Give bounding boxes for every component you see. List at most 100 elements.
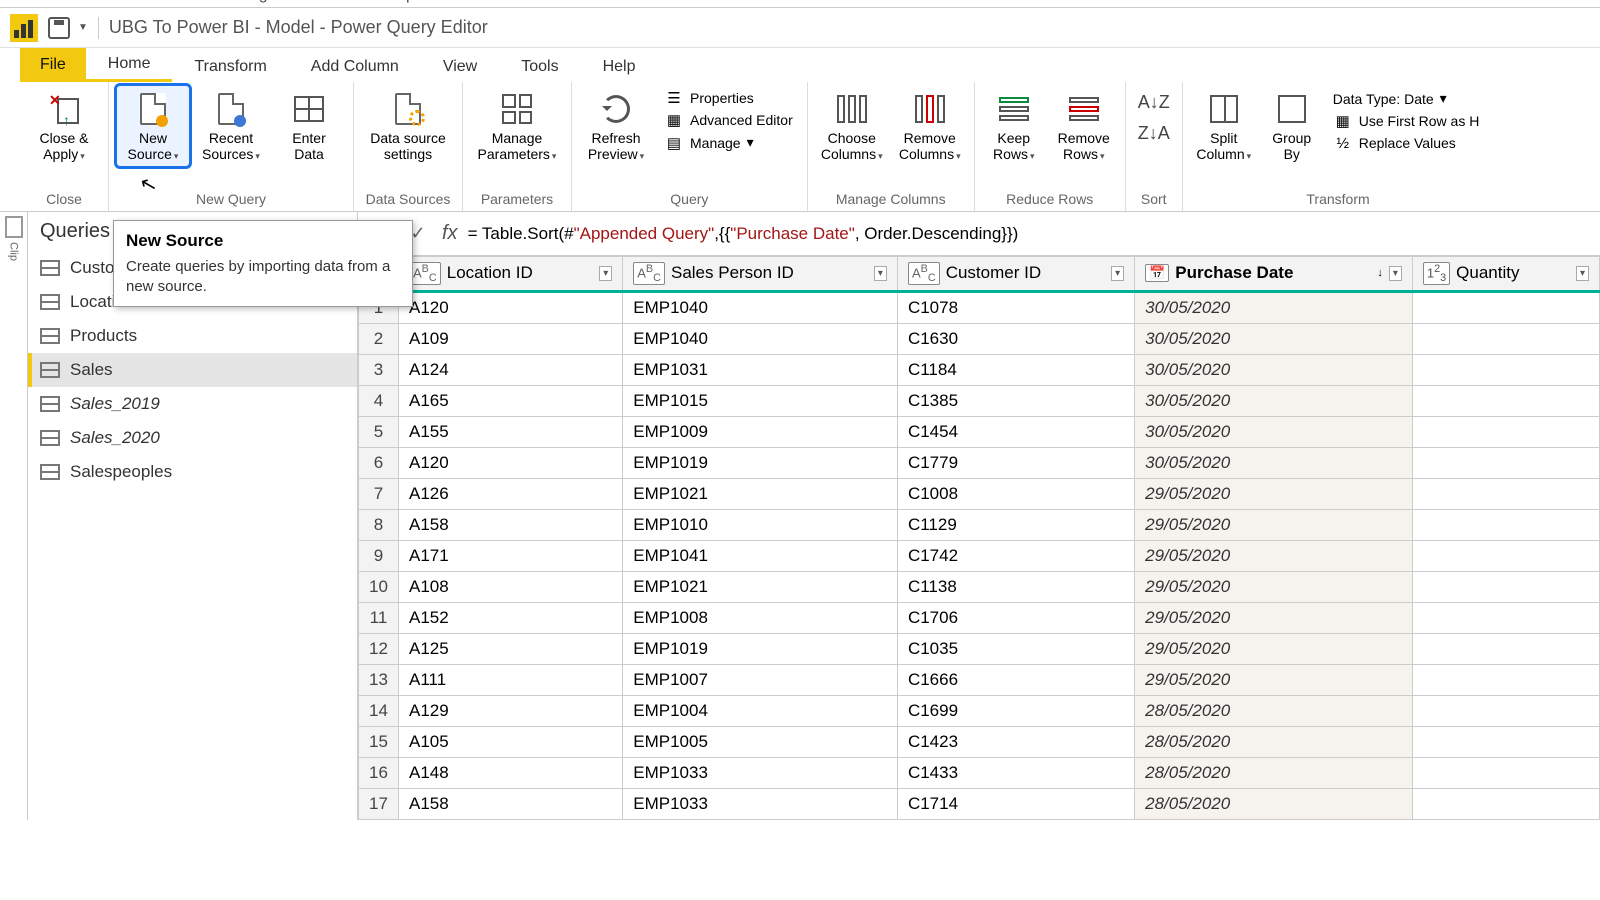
cell-salesperson[interactable]: EMP1041 bbox=[623, 540, 898, 571]
table-row[interactable]: 11A152EMP1008C170629/05/2020 bbox=[359, 602, 1600, 633]
row-number[interactable]: 2 bbox=[359, 323, 399, 354]
row-number[interactable]: 13 bbox=[359, 664, 399, 695]
cell-quantity[interactable] bbox=[1412, 695, 1599, 726]
row-number[interactable]: 3 bbox=[359, 354, 399, 385]
cell-date[interactable]: 29/05/2020 bbox=[1135, 664, 1413, 695]
cell-location[interactable]: A105 bbox=[399, 726, 623, 757]
properties-button[interactable]: ☰Properties bbox=[658, 88, 799, 108]
column-header[interactable]: ABCCustomer ID▾ bbox=[897, 257, 1134, 292]
row-number[interactable]: 10 bbox=[359, 571, 399, 602]
cell-customer[interactable]: C1078 bbox=[897, 291, 1134, 323]
sort-desc-icon[interactable]: Z↓A bbox=[1138, 123, 1170, 144]
cell-location[interactable]: A165 bbox=[399, 385, 623, 416]
cell-customer[interactable]: C1433 bbox=[897, 757, 1134, 788]
choose-columns-button[interactable]: Choose Columns▾ bbox=[816, 86, 888, 166]
query-item[interactable]: Sales_2019 bbox=[28, 387, 357, 421]
table-row[interactable]: 9A171EMP1041C174229/05/2020 bbox=[359, 540, 1600, 571]
cell-quantity[interactable] bbox=[1412, 354, 1599, 385]
cell-quantity[interactable] bbox=[1412, 633, 1599, 664]
cell-location[interactable]: A120 bbox=[399, 447, 623, 478]
data-grid[interactable]: ▾ABCLocation ID▾ABCSales Person ID▾ABCCu… bbox=[358, 256, 1600, 820]
column-filter-icon[interactable]: ▾ bbox=[599, 266, 612, 281]
table-row[interactable]: 1A120EMP1040C107830/05/2020 bbox=[359, 291, 1600, 323]
cell-location[interactable]: A120 bbox=[399, 291, 623, 323]
row-number[interactable]: 4 bbox=[359, 385, 399, 416]
column-filter-icon[interactable]: ▾ bbox=[1111, 266, 1124, 281]
cell-date[interactable]: 28/05/2020 bbox=[1135, 788, 1413, 819]
cell-salesperson[interactable]: EMP1021 bbox=[623, 478, 898, 509]
cell-quantity[interactable] bbox=[1412, 323, 1599, 354]
cell-salesperson[interactable]: EMP1010 bbox=[623, 509, 898, 540]
cell-customer[interactable]: C1779 bbox=[897, 447, 1134, 478]
split-column-button[interactable]: Split Column▾ bbox=[1191, 86, 1257, 166]
new-source-button[interactable]: New Source▾ bbox=[117, 86, 189, 166]
data-type-button[interactable]: Data Type: Date▾ bbox=[1327, 88, 1486, 109]
table-row[interactable]: 5A155EMP1009C145430/05/2020 bbox=[359, 416, 1600, 447]
row-number[interactable]: 14 bbox=[359, 695, 399, 726]
cell-salesperson[interactable]: EMP1031 bbox=[623, 354, 898, 385]
cell-location[interactable]: A111 bbox=[399, 664, 623, 695]
cell-date[interactable]: 30/05/2020 bbox=[1135, 416, 1413, 447]
advanced-editor-button[interactable]: ▦Advanced Editor bbox=[658, 110, 799, 130]
row-number[interactable]: 5 bbox=[359, 416, 399, 447]
type-icon[interactable]: ABC bbox=[908, 262, 940, 285]
cell-date[interactable]: 29/05/2020 bbox=[1135, 509, 1413, 540]
table-row[interactable]: 15A105EMP1005C142328/05/2020 bbox=[359, 726, 1600, 757]
cell-location[interactable]: A125 bbox=[399, 633, 623, 664]
cell-quantity[interactable] bbox=[1412, 571, 1599, 602]
close-apply-button[interactable]: ✕↑ Close & Apply▾ bbox=[28, 86, 100, 166]
cell-location[interactable]: A148 bbox=[399, 757, 623, 788]
sort-asc-icon[interactable]: A↓Z bbox=[1138, 92, 1170, 113]
cell-customer[interactable]: C1008 bbox=[897, 478, 1134, 509]
column-filter-icon[interactable]: ▾ bbox=[874, 266, 887, 281]
tab-add-column[interactable]: Add Column bbox=[289, 52, 421, 82]
remove-rows-button[interactable]: Remove Rows▾ bbox=[1051, 86, 1117, 166]
type-icon[interactable]: 📅 bbox=[1145, 264, 1169, 282]
cell-date[interactable]: 30/05/2020 bbox=[1135, 385, 1413, 416]
row-number[interactable]: 6 bbox=[359, 447, 399, 478]
refresh-preview-button[interactable]: Refresh Preview▾ bbox=[580, 86, 652, 166]
column-header[interactable]: ABCSales Person ID▾ bbox=[623, 257, 898, 292]
cell-date[interactable]: 28/05/2020 bbox=[1135, 726, 1413, 757]
cell-quantity[interactable] bbox=[1412, 385, 1599, 416]
cell-quantity[interactable] bbox=[1412, 664, 1599, 695]
tab-tools[interactable]: Tools bbox=[499, 52, 580, 82]
cell-salesperson[interactable]: EMP1040 bbox=[623, 323, 898, 354]
table-row[interactable]: 2A109EMP1040C163030/05/2020 bbox=[359, 323, 1600, 354]
cell-customer[interactable]: C1742 bbox=[897, 540, 1134, 571]
enter-data-button[interactable]: Enter Data bbox=[273, 86, 345, 166]
cell-customer[interactable]: C1138 bbox=[897, 571, 1134, 602]
manage-parameters-button[interactable]: Manage Parameters▾ bbox=[471, 86, 563, 166]
table-row[interactable]: 13A111EMP1007C166629/05/2020 bbox=[359, 664, 1600, 695]
cell-customer[interactable]: C1035 bbox=[897, 633, 1134, 664]
recent-sources-button[interactable]: Recent Sources▾ bbox=[195, 86, 267, 166]
cell-customer[interactable]: C1454 bbox=[897, 416, 1134, 447]
row-number[interactable]: 8 bbox=[359, 509, 399, 540]
cell-salesperson[interactable]: EMP1007 bbox=[623, 664, 898, 695]
tab-help[interactable]: Help bbox=[581, 52, 658, 82]
row-number[interactable]: 12 bbox=[359, 633, 399, 664]
type-icon[interactable]: 123 bbox=[1423, 262, 1450, 285]
formula-input[interactable]: = Table.Sort(#"Appended Query",{{"Purcha… bbox=[468, 224, 1592, 244]
cell-customer[interactable]: C1630 bbox=[897, 323, 1134, 354]
cell-date[interactable]: 29/05/2020 bbox=[1135, 602, 1413, 633]
table-row[interactable]: 8A158EMP1010C112929/05/2020 bbox=[359, 509, 1600, 540]
cell-quantity[interactable] bbox=[1412, 509, 1599, 540]
row-number[interactable]: 17 bbox=[359, 788, 399, 819]
cell-customer[interactable]: C1423 bbox=[897, 726, 1134, 757]
cell-quantity[interactable] bbox=[1412, 757, 1599, 788]
remove-columns-button[interactable]: Remove Columns▾ bbox=[894, 86, 966, 166]
type-icon[interactable]: ABC bbox=[409, 262, 441, 285]
row-number[interactable]: 11 bbox=[359, 602, 399, 633]
cell-quantity[interactable] bbox=[1412, 540, 1599, 571]
cell-quantity[interactable] bbox=[1412, 602, 1599, 633]
cell-location[interactable]: A126 bbox=[399, 478, 623, 509]
cell-salesperson[interactable]: EMP1015 bbox=[623, 385, 898, 416]
group-by-button[interactable]: Group By bbox=[1263, 86, 1321, 166]
column-header[interactable]: ABCLocation ID▾ bbox=[399, 257, 623, 292]
qat-dropdown-icon[interactable]: ▼ bbox=[78, 22, 88, 33]
cell-customer[interactable]: C1706 bbox=[897, 602, 1134, 633]
save-icon[interactable] bbox=[48, 17, 70, 39]
table-row[interactable]: 6A120EMP1019C177930/05/2020 bbox=[359, 447, 1600, 478]
cell-customer[interactable]: C1385 bbox=[897, 385, 1134, 416]
